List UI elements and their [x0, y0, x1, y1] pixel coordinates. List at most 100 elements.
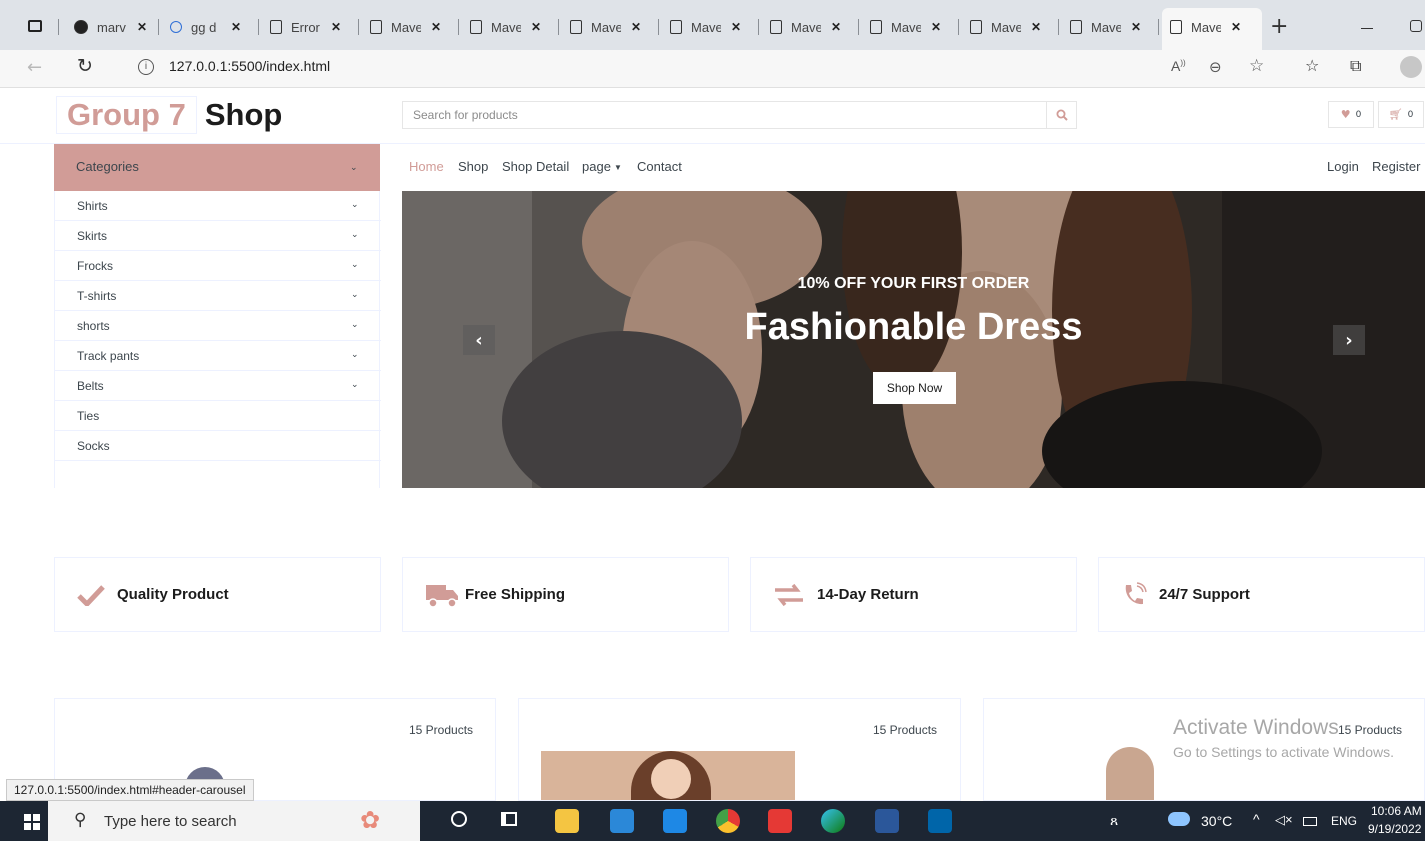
close-tab-icon[interactable]: ✕ [631, 20, 641, 34]
page-icon [1070, 20, 1082, 34]
clock-date[interactable]: 9/19/2022 [1368, 822, 1421, 836]
site-info-icon[interactable]: i [138, 59, 154, 75]
category-item[interactable]: Socks [55, 431, 381, 461]
battery-icon[interactable] [1303, 817, 1317, 826]
category-item[interactable]: Shirts ⌄ [55, 191, 381, 221]
category-item[interactable]: Ties [55, 401, 381, 431]
category-item[interactable]: Belts ⌄ [55, 371, 381, 401]
cortana-icon[interactable] [451, 811, 467, 827]
product-search-input[interactable]: Search for products [402, 101, 1077, 129]
tab-title: Mave [491, 19, 521, 35]
browser-tab[interactable]: Mave ✕ [370, 13, 441, 41]
browser-tab[interactable]: marv ✕ [74, 13, 147, 41]
tab-title: Mave [691, 19, 721, 35]
browser-tab[interactable]: gg d ✕ [170, 13, 241, 41]
tab-title: gg d [191, 19, 217, 35]
close-tab-icon[interactable]: ✕ [531, 20, 541, 34]
close-tab-icon[interactable]: ✕ [1031, 20, 1041, 34]
categories-toggle[interactable]: Categories ⌄ [54, 144, 380, 191]
read-aloud-icon[interactable]: A)) [1171, 58, 1186, 74]
file-explorer-icon[interactable] [555, 809, 579, 833]
category-item[interactable]: T-shirts ⌄ [55, 281, 381, 311]
restore-button[interactable] [1410, 20, 1422, 32]
cart-button[interactable]: 🛒︎ 0 [1378, 101, 1424, 128]
new-tab-button[interactable]: + [1270, 14, 1288, 39]
tab-separator [1058, 19, 1059, 35]
edge-icon[interactable] [821, 809, 845, 833]
game-app-icon[interactable] [768, 809, 792, 833]
category-item[interactable]: Frocks ⌄ [55, 251, 381, 281]
wishlist-button[interactable]: ♥ 0 [1328, 101, 1374, 128]
category-item[interactable]: Skirts ⌄ [55, 221, 381, 251]
nav-link-contact[interactable]: Contact [637, 159, 682, 174]
close-tab-icon[interactable]: ✕ [137, 20, 147, 34]
close-tab-icon[interactable]: ✕ [1231, 20, 1241, 34]
browser-tab[interactable]: Mave ✕ [770, 13, 841, 41]
back-arrow-icon[interactable]: ← [27, 57, 42, 78]
flower-icon: ✿ [360, 806, 381, 834]
tab-actions-icon[interactable] [28, 20, 42, 32]
url-text[interactable]: 127.0.0.1:5500/index.html [169, 58, 330, 74]
close-tab-icon[interactable]: ✕ [831, 20, 841, 34]
language-indicator[interactable]: ENG [1331, 814, 1357, 828]
close-tab-icon[interactable]: ✕ [431, 20, 441, 34]
tab-title: Mave [891, 19, 921, 35]
browser-tab[interactable]: Mave ✕ [570, 13, 641, 41]
browser-tab[interactable]: Mave ✕ [870, 13, 941, 41]
weather-temp[interactable]: 30°C [1201, 813, 1232, 829]
close-tab-icon[interactable]: ✕ [931, 20, 941, 34]
nav-link-page[interactable]: page [582, 159, 611, 174]
carousel-next-button[interactable]: › [1333, 325, 1365, 355]
carousel-prev-button[interactable]: ‹ [463, 325, 495, 355]
add-favorite-icon[interactable]: ☆ [1249, 56, 1264, 76]
category-item[interactable]: Track pants ⌄ [55, 341, 381, 371]
category-card[interactable]: 15 Products [518, 698, 961, 801]
site-logo[interactable]: Group 7 Shop [56, 96, 282, 134]
volume-icon[interactable]: ◁× [1275, 812, 1293, 828]
minimize-button[interactable] [1361, 28, 1373, 29]
refresh-icon[interactable]: ↻ [77, 55, 93, 77]
close-tab-icon[interactable]: ✕ [331, 20, 341, 34]
chevron-down-icon: ⌄ [351, 289, 359, 299]
close-tab-icon[interactable]: ✕ [731, 20, 741, 34]
login-link[interactable]: Login [1327, 159, 1359, 174]
profile-avatar[interactable] [1400, 56, 1422, 78]
vscode-icon[interactable] [928, 809, 952, 833]
weather-icon[interactable] [1168, 812, 1190, 826]
shop-now-button[interactable]: Shop Now [873, 372, 956, 404]
browser-tab[interactable]: Mave ✕ [470, 13, 541, 41]
product-count: 15 Products [873, 723, 938, 737]
nav-link-home[interactable]: Home [409, 159, 444, 174]
chevron-down-icon: ⌄ [351, 319, 359, 329]
browser-tab[interactable]: Mave ✕ [970, 13, 1041, 41]
browser-tab[interactable]: Mave ✕ [670, 13, 741, 41]
nav-link-shop[interactable]: Shop [458, 159, 488, 174]
word-icon[interactable] [875, 809, 899, 833]
browser-tab[interactable]: Mave ✕ [1170, 13, 1241, 41]
favorites-icon[interactable]: ☆ [1305, 56, 1319, 75]
nav-link-shop-detail[interactable]: Shop Detail [502, 159, 569, 174]
logo-text: Shop [204, 97, 283, 132]
header-carousel[interactable]: 10% OFF YOUR FIRST ORDER Fashionable Dre… [402, 191, 1425, 488]
clock-time[interactable]: 10:06 AM [1371, 804, 1422, 818]
store-icon[interactable] [610, 809, 634, 833]
taskbar-search-placeholder: Type here to search [104, 813, 237, 830]
category-item[interactable]: shorts ⌄ [55, 311, 381, 341]
browser-tab[interactable]: Mave ✕ [1070, 13, 1141, 41]
zoom-icon[interactable]: ⊖ [1209, 58, 1222, 76]
mail-icon[interactable] [663, 809, 687, 833]
task-view-icon[interactable] [501, 812, 517, 826]
register-link[interactable]: Register [1372, 159, 1420, 174]
close-tab-icon[interactable]: ✕ [231, 20, 241, 34]
search-icon[interactable] [1046, 102, 1076, 128]
people-icon[interactable]: ጸ [1110, 812, 1118, 829]
collections-icon[interactable]: ⧉ [1350, 56, 1361, 76]
browser-tab[interactable]: Error ✕ [270, 13, 341, 41]
close-tab-icon[interactable]: ✕ [1131, 20, 1141, 34]
cart-count: 0 [1407, 109, 1414, 120]
chrome-icon[interactable] [716, 809, 740, 833]
taskbar-search[interactable]: ⚲ Type here to search ✿ [48, 801, 420, 841]
windows-start-icon[interactable] [24, 814, 40, 830]
page-icon [370, 20, 382, 34]
tray-chevron-up-icon[interactable]: ^ [1253, 811, 1260, 827]
